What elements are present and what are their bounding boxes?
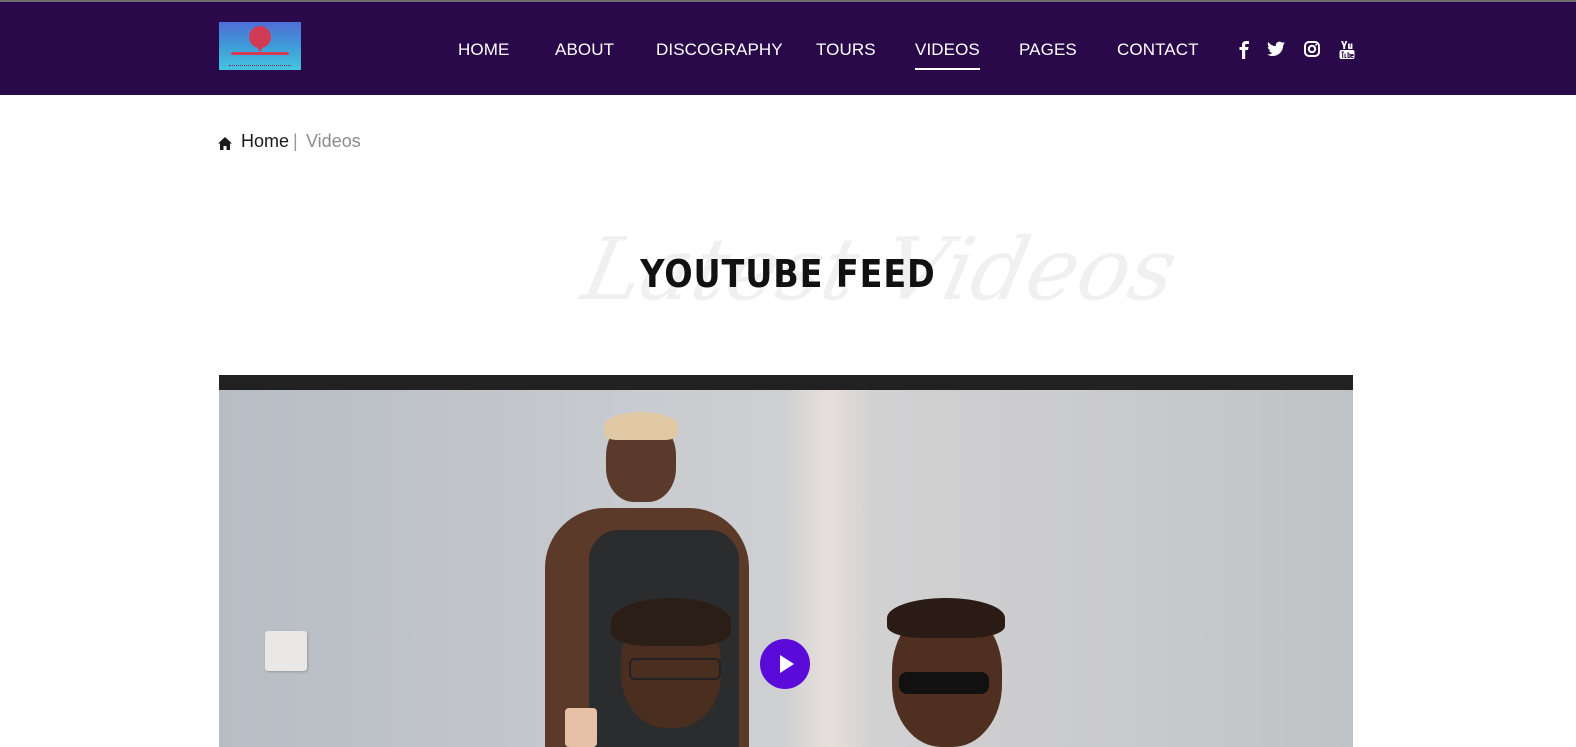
breadcrumb-separator: | [293, 131, 298, 151]
logo-drop-shape [249, 26, 271, 52]
youtube-icon[interactable] [1339, 41, 1355, 59]
person-standing-hair [604, 412, 678, 440]
nav-pages[interactable]: PAGES [1019, 40, 1077, 60]
nav-tours[interactable]: TOURS [816, 40, 876, 60]
site-header: HOME ABOUT DISCOGRAPHY TOURS VIDEOS PAGE… [0, 2, 1576, 95]
breadcrumb-current: Videos [306, 131, 361, 151]
play-icon[interactable] [760, 639, 810, 689]
twitter-icon[interactable] [1267, 41, 1285, 57]
nav-home[interactable]: HOME [458, 40, 509, 60]
logo-wave-shape [231, 52, 289, 55]
facebook-icon[interactable] [1238, 41, 1250, 59]
video-top-bar [219, 375, 1353, 390]
breadcrumb-home-link[interactable]: Home [241, 131, 289, 152]
nav-about[interactable]: ABOUT [555, 40, 614, 60]
video-thumbnail[interactable] [219, 390, 1353, 747]
home-icon [218, 134, 232, 155]
person-left-glasses [629, 658, 721, 680]
person-right-sunglasses [899, 672, 989, 694]
person-left-hair [611, 598, 731, 646]
background-curtain [789, 390, 869, 747]
logo-script [229, 57, 291, 66]
section-title: YOUTUBE FEED [640, 252, 936, 296]
site-logo[interactable] [219, 22, 301, 70]
nav-contact[interactable]: CONTACT [1117, 40, 1199, 60]
nav-discography[interactable]: DISCOGRAPHY [656, 40, 783, 60]
phone-in-hand [565, 708, 597, 747]
person-right-hair [887, 598, 1005, 638]
instagram-icon[interactable] [1304, 41, 1320, 57]
nav-videos[interactable]: VIDEOS [915, 40, 980, 70]
wall-switch [265, 631, 307, 671]
